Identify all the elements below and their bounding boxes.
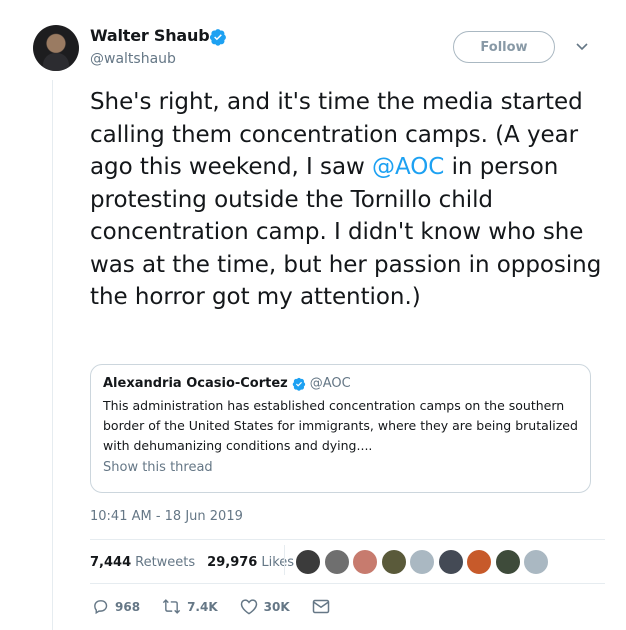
liker-avatar[interactable] <box>295 549 321 575</box>
heart-icon <box>240 599 257 615</box>
show-thread-link[interactable]: Show this thread <box>103 460 578 475</box>
liker-avatars <box>295 549 552 575</box>
liker-avatar[interactable] <box>494 549 521 575</box>
liker-avatar[interactable] <box>409 549 435 575</box>
author-handle[interactable]: @waltshaub <box>90 51 176 67</box>
follow-button[interactable]: Follow <box>453 31 555 63</box>
author-name[interactable]: Walter Shaub <box>90 26 210 45</box>
tweet-actions: 968 7.4K 30K <box>92 598 358 615</box>
stats-separator <box>284 545 285 575</box>
liker-avatar[interactable] <box>437 549 464 575</box>
retweet-button[interactable]: 7.4K <box>162 598 218 615</box>
engagement-stats: 7,444 Retweets 29,976 Likes <box>90 553 294 571</box>
reply-icon <box>94 600 108 615</box>
like-count: 30K <box>263 599 290 614</box>
direct-message-button[interactable] <box>312 599 336 614</box>
mention-link[interactable]: @AOC <box>372 154 444 180</box>
like-button[interactable]: 30K <box>240 598 290 615</box>
liker-avatar[interactable] <box>323 549 350 575</box>
quoted-text: This administration has established conc… <box>103 398 578 453</box>
retweets-label[interactable]: Retweets <box>135 555 195 570</box>
likes-label[interactable]: Likes <box>261 555 294 570</box>
liker-avatar[interactable] <box>466 549 492 575</box>
tweet-text: She's right, and it's time the media sta… <box>90 86 610 314</box>
quoted-header: Alexandria Ocasio-Cortez @AOC <box>103 376 578 391</box>
quoted-author-name: Alexandria Ocasio-Cortez <box>103 376 288 391</box>
reply-button[interactable]: 968 <box>92 598 140 615</box>
verified-badge-icon <box>209 29 226 46</box>
divider <box>90 539 605 540</box>
envelope-icon <box>312 599 329 614</box>
likes-count[interactable]: 29,976 <box>207 555 257 570</box>
verified-badge-icon <box>292 377 305 391</box>
quoted-author-handle: @AOC <box>309 376 351 391</box>
avatar[interactable] <box>33 25 79 71</box>
retweet-count: 7.4K <box>187 599 218 614</box>
divider <box>90 583 605 584</box>
thread-line <box>52 80 53 630</box>
liker-avatar[interactable] <box>352 549 378 575</box>
liker-avatar[interactable] <box>523 549 549 575</box>
chevron-down-icon[interactable] <box>575 41 589 53</box>
timestamp[interactable]: 10:41 AM - 18 Jun 2019 <box>90 509 243 524</box>
liker-avatar[interactable] <box>380 549 407 575</box>
quoted-tweet[interactable]: Alexandria Ocasio-Cortez @AOC This admin… <box>90 364 591 493</box>
retweets-count[interactable]: 7,444 <box>90 555 131 570</box>
retweet-icon <box>162 599 181 614</box>
reply-count: 968 <box>115 599 141 614</box>
